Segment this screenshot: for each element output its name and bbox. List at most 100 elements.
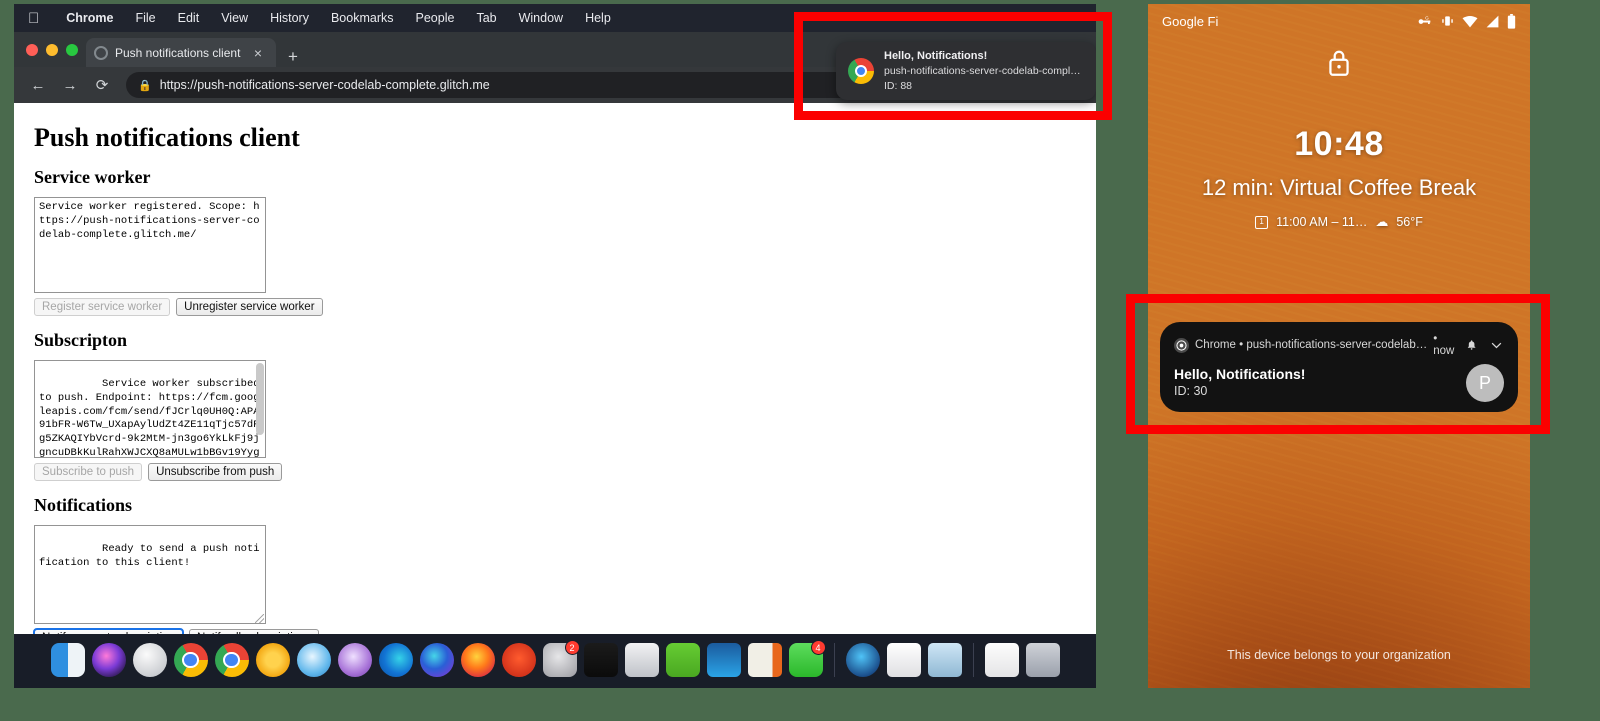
dock-icon-notes[interactable] xyxy=(747,643,782,677)
subscription-buttons: Subscribe to push Unsubscribe from push xyxy=(34,463,1076,481)
battery-icon xyxy=(1507,13,1516,29)
register-service-worker-button[interactable]: Register service worker xyxy=(34,298,171,316)
dock-icon-calibre[interactable] xyxy=(665,643,700,677)
menu-item-file[interactable]: File xyxy=(124,11,166,25)
dock-icon-list: 24 xyxy=(50,640,1060,679)
lockscreen-event-title[interactable]: 12 min: Virtual Coffee Break xyxy=(1148,174,1530,202)
lockscreen-event-meta: 1 11:00 AM – 11… ☁ 56°F xyxy=(1148,214,1530,230)
subscription-log-scrollbar[interactable] xyxy=(256,363,264,435)
lockscreen-clock: 10:48 xyxy=(1294,125,1384,163)
menu-item-help[interactable]: Help xyxy=(574,11,622,25)
macos-notification-banner[interactable]: Hello, Notifications! push-notifications… xyxy=(836,42,1096,100)
dock-icon-safari-technology-preview[interactable] xyxy=(337,643,372,677)
site-lock-icon: 🔒 xyxy=(138,79,152,92)
notifications-log[interactable]: Ready to send a push notification to thi… xyxy=(34,525,266,624)
dock-icon-terminal[interactable] xyxy=(583,643,618,677)
page-title: Push notifications client xyxy=(34,123,300,152)
chevron-down-icon[interactable] xyxy=(1489,337,1504,353)
dock-icon-microsoft-edge[interactable] xyxy=(378,643,413,677)
menu-item-chrome[interactable]: Chrome xyxy=(55,11,124,25)
android-status-bar: Google Fi G xyxy=(1148,4,1530,38)
android-notification-id: ID: 30 xyxy=(1174,384,1208,398)
dock-badge: 2 xyxy=(564,640,580,655)
dock-icon-chrome-beta[interactable] xyxy=(214,643,249,677)
calendar-icon: 1 xyxy=(1255,215,1269,229)
dock-icon-messages[interactable]: 4 xyxy=(788,640,826,677)
dock-icon-launchpad[interactable] xyxy=(132,643,167,677)
menu-item-people[interactable]: People xyxy=(405,11,466,25)
macos-notification-source: push-notifications-server-codelab-comple… xyxy=(884,65,1084,78)
dock-icon-disk-utility[interactable] xyxy=(624,643,659,677)
dock-icon-finder-window[interactable] xyxy=(984,643,1019,677)
android-notification-time: • now xyxy=(1433,333,1455,357)
service-worker-log[interactable]: Service worker registered. Scope: https:… xyxy=(34,197,266,293)
unregister-service-worker-button[interactable]: Unregister service worker xyxy=(176,298,323,316)
web-page-content: Push notifications client Service worker… xyxy=(14,103,1096,656)
subscription-log[interactable]: Service worker subscribed to push. Endpo… xyxy=(34,360,266,458)
dock-icon-finder[interactable] xyxy=(50,643,85,677)
macos-desktop-panel:  Chrome File Edit View History Bookmark… xyxy=(14,4,1096,688)
android-notification-header: Chrome • push-notifications-server-codel… xyxy=(1174,333,1504,357)
minimize-window-button[interactable] xyxy=(46,43,58,56)
apple-logo-icon[interactable]:  xyxy=(28,11,39,26)
signal-icon xyxy=(1486,15,1499,27)
menu-item-bookmarks[interactable]: Bookmarks xyxy=(320,11,405,25)
close-tab-icon[interactable]: × xyxy=(248,45,268,61)
dock-icon-safari[interactable] xyxy=(296,643,331,677)
android-notification-card[interactable]: Chrome • push-notifications-server-codel… xyxy=(1160,322,1518,412)
macos-dock: 24 xyxy=(14,634,1096,688)
dock-icon-cleanmymac[interactable] xyxy=(845,643,880,677)
dock-icon-system-preferences[interactable]: 2 xyxy=(542,640,580,677)
status-icon-group: G xyxy=(1416,13,1516,29)
window-traffic-lights[interactable] xyxy=(26,32,86,67)
service-worker-buttons: Register service worker Unregister servi… xyxy=(34,298,1076,316)
maximize-window-button[interactable] xyxy=(66,43,78,56)
macos-menu-bar:  Chrome File Edit View History Bookmark… xyxy=(14,4,1096,32)
menu-item-history[interactable]: History xyxy=(259,11,320,25)
dock-icon-brave[interactable] xyxy=(501,643,536,677)
reload-button[interactable]: ⟳ xyxy=(88,71,116,99)
lock-icon xyxy=(1148,48,1530,83)
forward-button[interactable]: → xyxy=(56,71,84,99)
subscription-log-text: Service worker subscribed to push. Endpo… xyxy=(39,377,260,458)
back-button[interactable]: ← xyxy=(24,71,52,99)
dock-icon-trash[interactable] xyxy=(1025,643,1060,677)
dock-icon-chrome[interactable] xyxy=(173,643,208,677)
chrome-window: Push notifications client × + ← → ⟳ 🔒 ht… xyxy=(14,32,1096,656)
chrome-icon xyxy=(1174,337,1189,353)
notifications-log-text: Ready to send a push notification to thi… xyxy=(39,542,260,569)
unsubscribe-from-push-button[interactable]: Unsubscribe from push xyxy=(148,463,283,481)
tab-favicon-icon xyxy=(94,45,108,60)
dock-icon-pages[interactable] xyxy=(886,643,921,677)
wifi-icon xyxy=(1462,15,1478,27)
menu-item-view[interactable]: View xyxy=(210,11,259,25)
bell-icon xyxy=(1467,340,1476,350)
browser-tab[interactable]: Push notifications client × xyxy=(86,38,276,67)
dock-icon-visual-studio-code[interactable] xyxy=(706,643,741,677)
section-heading-service-worker: Service worker xyxy=(34,167,151,187)
android-notification-body: Hello, Notifications! ID: 30 P xyxy=(1174,364,1504,402)
android-lockscreen-panel: Google Fi G 10:48 12 min: Virtual Coffee… xyxy=(1148,4,1530,688)
dock-icon-chrome-canary[interactable] xyxy=(255,643,290,677)
close-window-button[interactable] xyxy=(26,43,38,56)
menu-item-tab[interactable]: Tab xyxy=(465,11,507,25)
menu-item-edit[interactable]: Edit xyxy=(167,11,211,25)
dock-icon-preview[interactable] xyxy=(927,643,962,677)
dock-icon-siri[interactable] xyxy=(91,643,126,677)
avatar: P xyxy=(1466,364,1504,402)
new-tab-button[interactable]: + xyxy=(282,47,304,67)
subscribe-to-push-button[interactable]: Subscribe to push xyxy=(34,463,143,481)
menu-item-window[interactable]: Window xyxy=(508,11,574,25)
temperature-label: 56°F xyxy=(1396,215,1423,230)
resize-grip-icon[interactable] xyxy=(255,614,264,623)
macos-notification-id: ID: 88 xyxy=(884,79,913,92)
vpn-key-icon: G xyxy=(1418,15,1431,25)
dock-icon-firefox[interactable] xyxy=(460,643,495,677)
macos-notification-title: Hello, Notifications! xyxy=(884,49,988,62)
android-notification-title: Hello, Notifications! xyxy=(1174,366,1306,382)
section-heading-notifications: Notifications xyxy=(34,495,132,515)
dock-icon-firefox-developer-edition[interactable] xyxy=(419,643,454,677)
dock-separator xyxy=(972,643,974,677)
chrome-icon xyxy=(848,58,874,84)
cloud-icon: ☁ xyxy=(1375,214,1389,230)
